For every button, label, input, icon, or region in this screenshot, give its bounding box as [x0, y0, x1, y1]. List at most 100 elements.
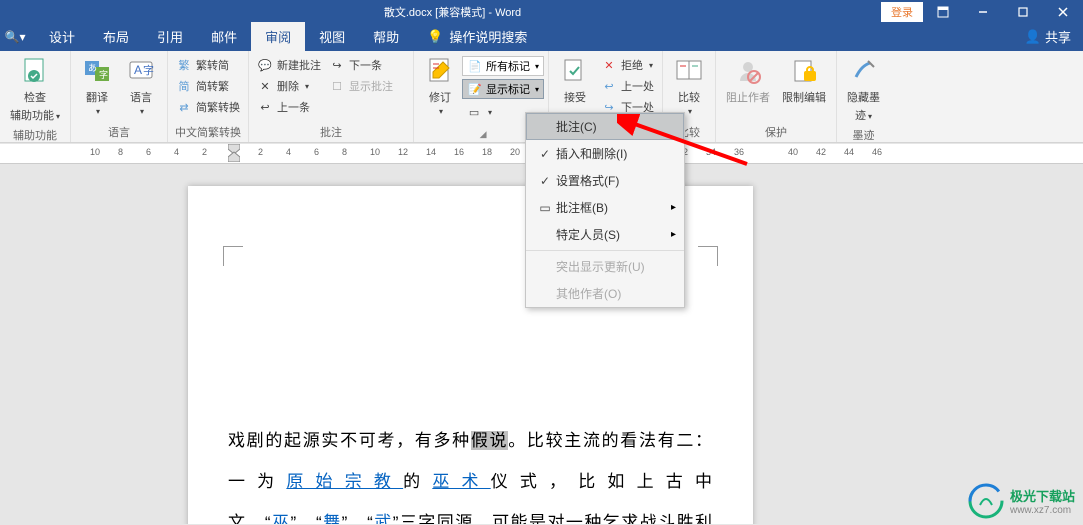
- group-label-ink: 墨迹: [841, 125, 886, 145]
- block-authors-button[interactable]: 阻止作者▾: [720, 53, 776, 118]
- watermark-url: www.xz7.com: [1010, 505, 1075, 516]
- menu-item-comments[interactable]: 批注(C): [526, 113, 684, 140]
- lightbulb-icon: 💡: [427, 29, 443, 45]
- share-button[interactable]: 👤 共享: [1013, 22, 1083, 51]
- link-wu1[interactable]: 巫: [272, 513, 291, 524]
- hide-ink-button[interactable]: 隐藏墨 迹▾: [841, 53, 886, 125]
- tab-help[interactable]: 帮助: [359, 22, 413, 51]
- share-icon: 👤: [1025, 29, 1041, 45]
- minimize-button[interactable]: [963, 0, 1003, 23]
- submenu-arrow-icon: ▸: [671, 229, 676, 240]
- check-icon: ✓: [534, 147, 556, 161]
- menu-item-formatting[interactable]: ✓设置格式(F): [526, 167, 684, 194]
- menu-item-balloons[interactable]: ▭批注框(B)▸: [526, 194, 684, 221]
- compare-icon: [673, 55, 705, 87]
- ribbon-tabs: 、 设计 布局 引用 邮件 审阅 视图 帮助 💡 操作说明搜索 👤 共享: [0, 23, 1083, 51]
- aurora-logo-icon: [968, 483, 1004, 519]
- show-markup-dropdown: 批注(C) ✓插入和删除(I) ✓设置格式(F) ▭批注框(B)▸ 特定人员(S…: [525, 112, 685, 308]
- sc-to-tc-button[interactable]: 繁繁转简: [172, 55, 244, 75]
- track-changes-icon: [424, 55, 456, 87]
- delete-comment-icon: ✕: [257, 78, 273, 94]
- group-accessibility: 检查 辅助功能▾ 辅助功能: [0, 51, 71, 142]
- login-button[interactable]: 登录: [881, 2, 923, 22]
- menu-item-other-authors: 其他作者(O): [526, 280, 684, 307]
- menu-divider: [526, 250, 684, 251]
- quick-access-toolbar: 🔍▾: [0, 23, 30, 51]
- previous-comment-button[interactable]: ↩上一条: [253, 97, 325, 117]
- check-accessibility-button[interactable]: 检查 辅助功能▾: [4, 53, 66, 125]
- link-wushu1[interactable]: 巫术: [432, 472, 490, 491]
- group-label-language: 语言: [75, 122, 163, 142]
- link-yuanshizongjiao[interactable]: 原始宗教: [286, 472, 403, 491]
- group-label-comments: 批注: [253, 122, 409, 142]
- tab-layout[interactable]: 布局: [89, 22, 143, 51]
- sc2tc-icon: 繁: [176, 57, 192, 73]
- new-comment-button[interactable]: 💬新建批注: [253, 55, 325, 75]
- prev-comment-icon: ↩: [257, 99, 273, 115]
- translate-button[interactable]: あ字 翻译▾: [75, 53, 119, 118]
- close-button[interactable]: [1043, 0, 1083, 23]
- watermark-logo: 极光下载站 www.xz7.com: [968, 483, 1075, 519]
- link-wu2[interactable]: 舞: [323, 513, 342, 524]
- group-label-chinese: 中文简繁转换: [172, 122, 244, 142]
- ribbon-display-options[interactable]: [923, 0, 963, 23]
- track-changes-button[interactable]: 修订▾: [418, 53, 462, 118]
- balloon-icon: ▭: [534, 201, 556, 215]
- tab-design[interactable]: 设计: [35, 22, 89, 51]
- conv-icon: ⇄: [176, 99, 192, 115]
- compare-button[interactable]: 比较▾: [667, 53, 711, 118]
- svg-text:A: A: [134, 63, 142, 77]
- menu-item-highlight-updates: 突出显示更新(U): [526, 253, 684, 280]
- accept-button[interactable]: 接受▾: [553, 53, 597, 118]
- show-comments-button: ☐显示批注: [325, 76, 397, 96]
- indent-marker[interactable]: [228, 144, 240, 162]
- tab-references[interactable]: 引用: [143, 22, 197, 51]
- window-title: 散文.docx [兼容模式] - Word: [24, 4, 881, 20]
- tell-me[interactable]: 💡 操作说明搜索: [413, 22, 541, 51]
- next-comment-button[interactable]: ↪下一条: [325, 55, 397, 75]
- previous-change-button[interactable]: ↩上一处: [597, 76, 658, 96]
- accept-icon: [559, 55, 591, 87]
- group-comments: 💬新建批注 ✕删除▾ ↩上一条 ↪下一条 ☐显示批注 批注: [249, 51, 414, 142]
- link-wu3[interactable]: 武: [374, 513, 393, 524]
- markup-display-combo[interactable]: 📄 所有标记 ▾: [462, 56, 544, 76]
- delete-comment-button[interactable]: ✕删除▾: [253, 76, 325, 96]
- tab-mailings[interactable]: 邮件: [197, 22, 251, 51]
- group-ink: 隐藏墨 迹▾ 墨迹: [837, 51, 890, 142]
- crop-mark-tr: [698, 246, 718, 266]
- next-comment-icon: ↪: [329, 57, 345, 73]
- markup-icon: 📄: [467, 58, 483, 74]
- translate-icon: あ字: [81, 55, 113, 87]
- group-label-accessibility: 辅助功能: [4, 125, 66, 145]
- tab-view[interactable]: 视图: [305, 22, 359, 51]
- svg-text:あ: あ: [88, 63, 97, 73]
- group-protect: 阻止作者▾ 限制编辑 保护: [716, 51, 837, 142]
- maximize-button[interactable]: [1003, 0, 1043, 23]
- menu-item-specific-people[interactable]: 特定人员(S)▸: [526, 221, 684, 248]
- chinese-conversion-button[interactable]: ⇄简繁转换: [172, 97, 244, 117]
- tracking-launcher-icon[interactable]: ◢: [480, 129, 487, 140]
- svg-text:字: 字: [99, 69, 108, 80]
- restrict-editing-button[interactable]: 限制编辑: [776, 53, 832, 107]
- tc-to-sc-button[interactable]: 简简转繁: [172, 76, 244, 96]
- language-icon: A字: [125, 55, 157, 87]
- block-authors-icon: [732, 55, 764, 87]
- check-icon: ✓: [534, 174, 556, 188]
- title-bar: 散文.docx [兼容模式] - Word 登录: [0, 0, 1083, 23]
- tc2sc-icon: 简: [176, 78, 192, 94]
- watermark-name: 极光下载站: [1010, 486, 1075, 505]
- reject-button[interactable]: ✕拒绝▾: [597, 55, 658, 75]
- group-chinese-conversion: 繁繁转简 简简转繁 ⇄简繁转换 中文简繁转换: [168, 51, 249, 142]
- restrict-editing-icon: [788, 55, 820, 87]
- language-button[interactable]: A字 语言▾: [119, 53, 163, 118]
- new-comment-icon: 💬: [257, 57, 273, 73]
- paragraph: 戏剧的起源实不可考，有多种假说。比较主流的看法有二：一为原始宗教的巫术仪式，比如…: [228, 421, 713, 524]
- find-icon[interactable]: 🔍▾: [5, 30, 26, 44]
- menu-item-insertions-deletions[interactable]: ✓插入和删除(I): [526, 140, 684, 167]
- tab-review[interactable]: 审阅: [251, 22, 305, 51]
- show-markup-button[interactable]: 📝 显示标记 ▾: [462, 79, 544, 99]
- accessibility-icon: [19, 55, 51, 87]
- group-label-protect: 保护: [720, 122, 832, 142]
- show-markup-icon: 📝: [467, 81, 483, 97]
- svg-text:字: 字: [143, 63, 154, 77]
